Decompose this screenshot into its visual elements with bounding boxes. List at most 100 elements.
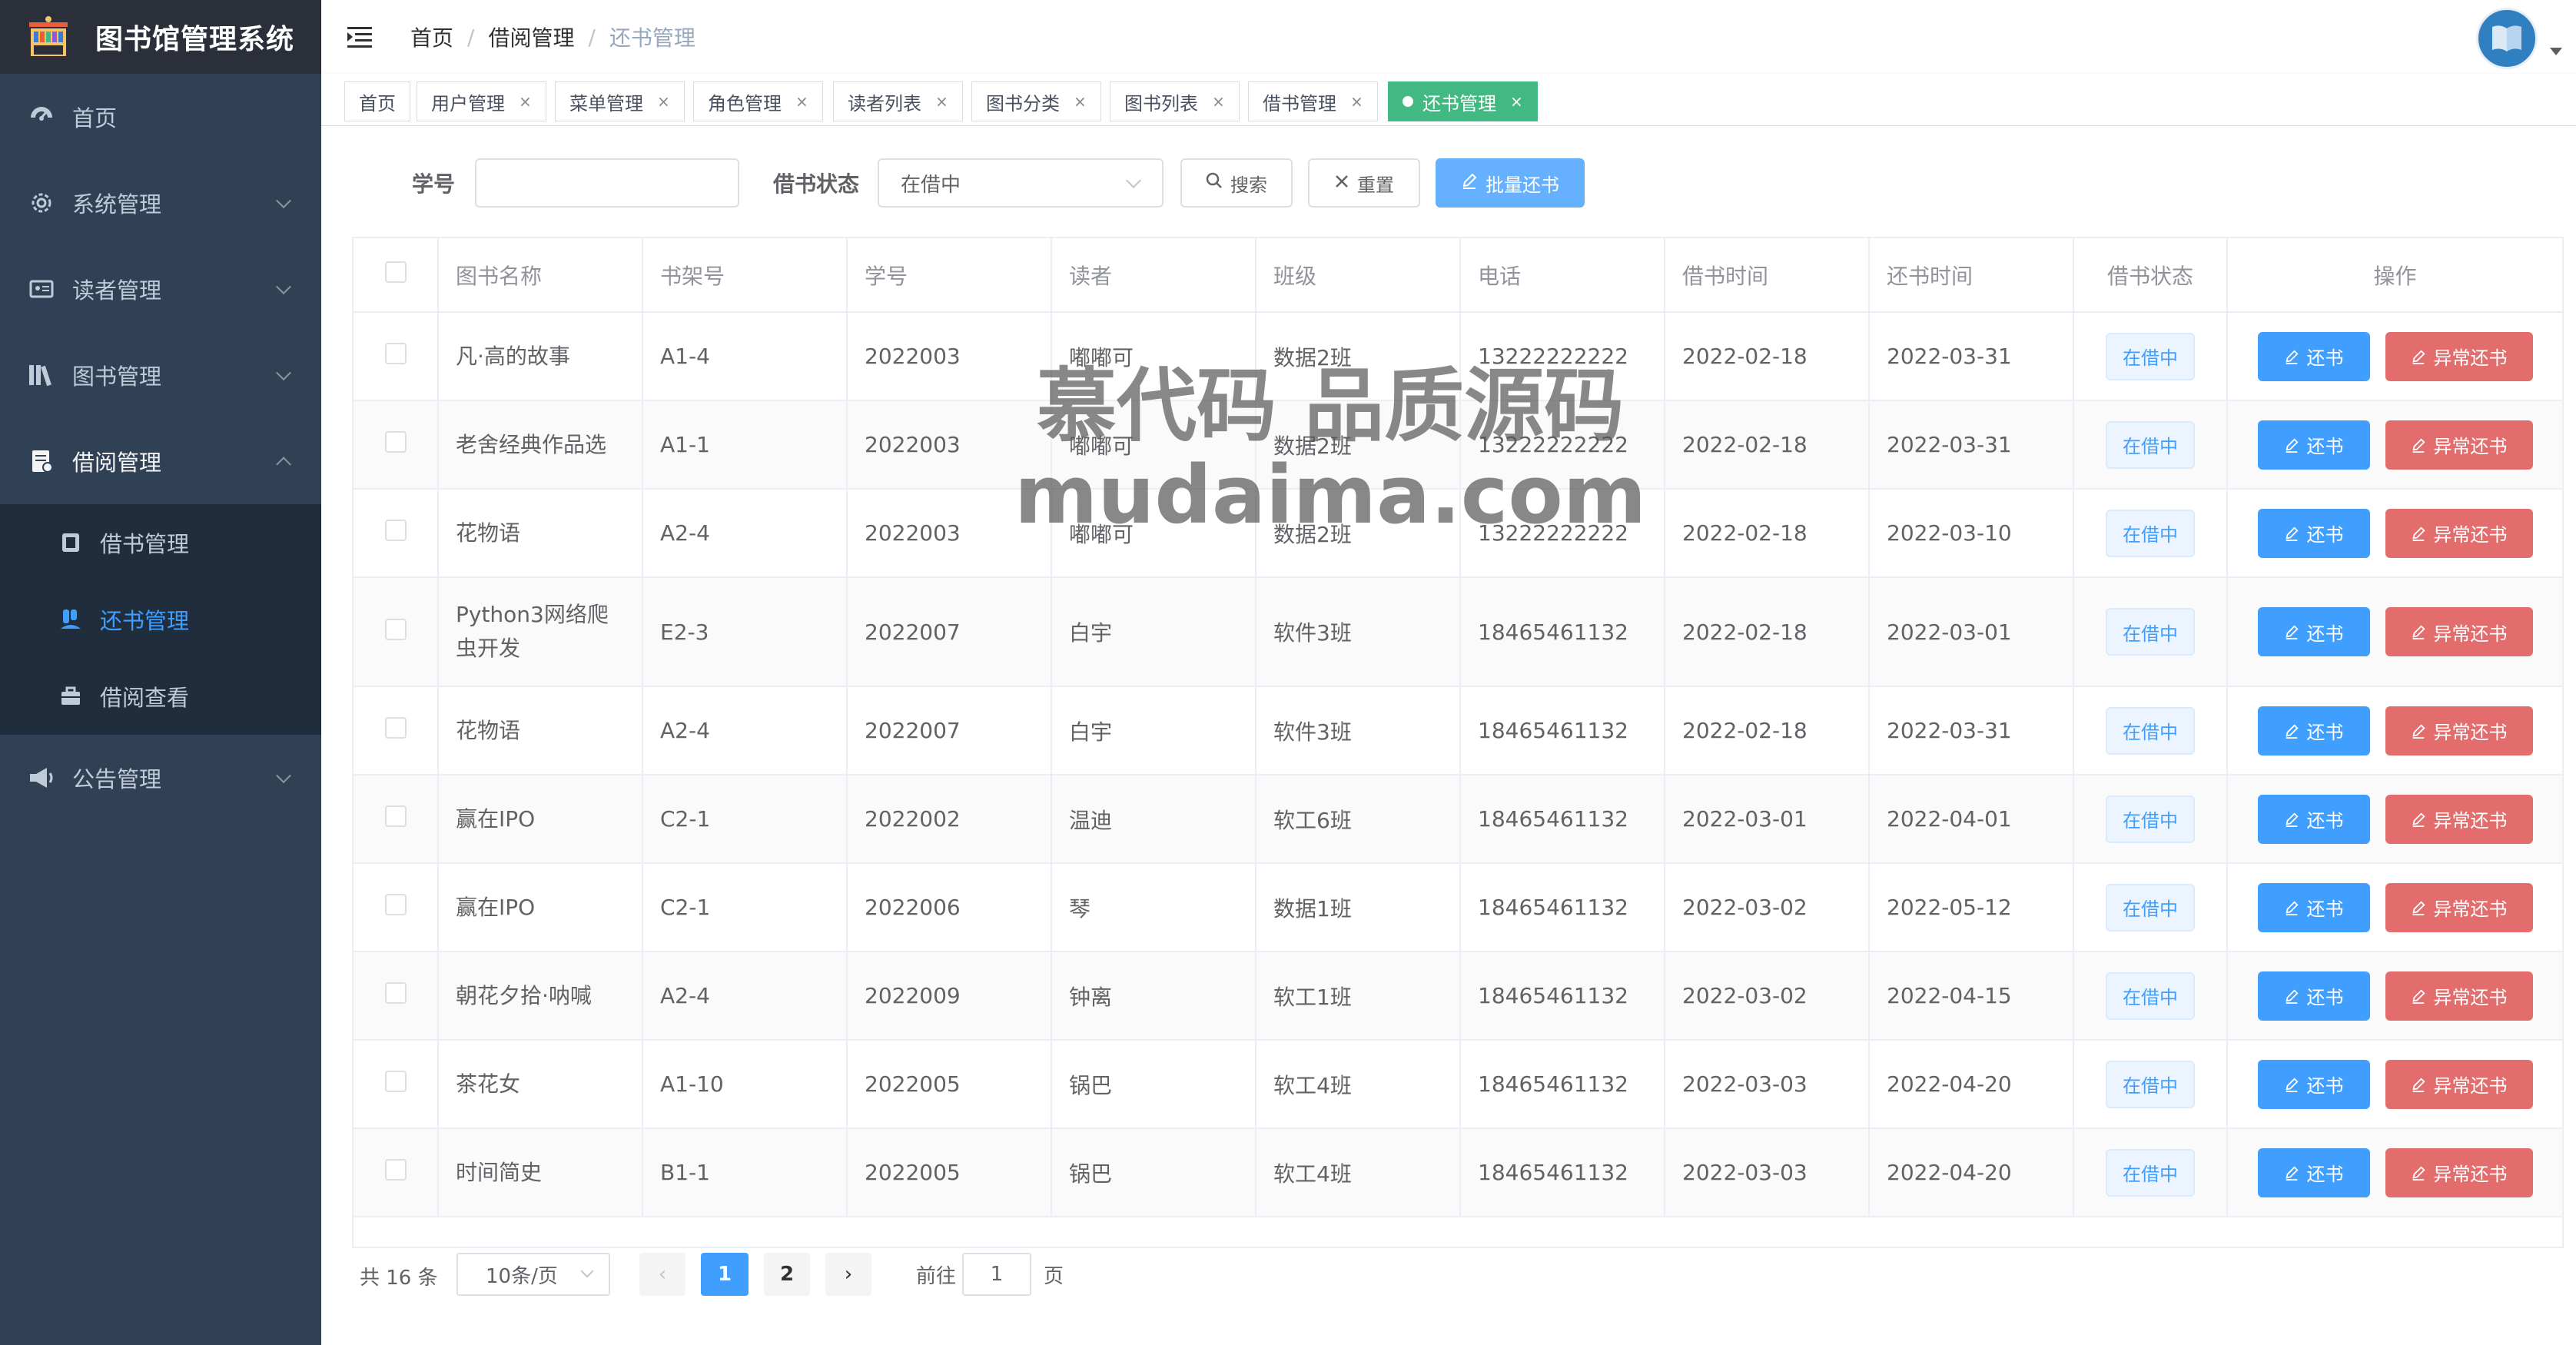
student-id-input[interactable]	[475, 158, 739, 208]
sidebar-item-system[interactable]: 系统管理	[0, 160, 321, 246]
return-button[interactable]: 还书	[2257, 508, 2370, 558]
return-button-label: 还书	[2306, 623, 2344, 645]
tag-label: 借书管理	[1263, 92, 1336, 115]
sidebar-item-borrow[interactable]: 借阅管理	[0, 418, 321, 504]
caret-down-icon[interactable]	[2550, 48, 2562, 55]
prev-page-button[interactable]: ‹	[639, 1253, 685, 1296]
tag-book-category[interactable]: 图书分类 ×	[971, 81, 1101, 121]
close-icon[interactable]: ×	[795, 92, 808, 111]
column-header[interactable]: 还书时间	[1869, 238, 2074, 313]
sidebar-item-notices[interactable]: 公告管理	[0, 735, 321, 821]
abnormal-return-button[interactable]: 异常还书	[2385, 971, 2533, 1021]
row-checkbox[interactable]	[384, 717, 407, 739]
goto-page-input[interactable]: 1	[962, 1253, 1031, 1296]
table-cell: 2022-02-18	[1665, 400, 1870, 490]
row-checkbox[interactable]	[384, 431, 407, 453]
sidebar-item-readers[interactable]: 读者管理	[0, 246, 321, 332]
abnormal-return-button[interactable]: 异常还书	[2385, 706, 2533, 756]
row-checkbox[interactable]	[384, 1159, 407, 1181]
tag-menu-manage[interactable]: 菜单管理 ×	[555, 81, 685, 121]
close-icon[interactable]: ×	[1212, 92, 1225, 111]
edit-icon	[2284, 624, 2307, 639]
row-checkbox[interactable]	[384, 805, 407, 827]
actions-cell: 还书 异常还书	[2227, 1128, 2562, 1217]
return-button[interactable]: 还书	[2257, 706, 2370, 756]
row-checkbox[interactable]	[384, 520, 407, 541]
close-icon[interactable]: ×	[1510, 92, 1523, 111]
column-header[interactable]: 图书名称	[438, 238, 643, 313]
return-button[interactable]: 还书	[2257, 1147, 2370, 1197]
page-size-select[interactable]: 10条/页	[456, 1253, 610, 1296]
abnormal-return-button[interactable]: 异常还书	[2385, 1147, 2533, 1197]
tag-book-list[interactable]: 图书列表 ×	[1110, 81, 1240, 121]
return-button[interactable]: 还书	[2257, 420, 2370, 470]
batch-return-label: 批量还书	[1486, 174, 1559, 196]
borrow-status-select[interactable]: 在借中	[878, 158, 1164, 208]
column-header[interactable]: 学号	[847, 238, 1052, 313]
close-icon[interactable]: ×	[1350, 92, 1363, 111]
return-button[interactable]: 还书	[2257, 794, 2370, 844]
sidebar-item-home[interactable]: 首页	[0, 74, 321, 160]
return-button[interactable]: 还书	[2257, 971, 2370, 1021]
sidebar-subitem-borrow-books[interactable]: 借书管理	[0, 504, 321, 581]
edit-icon	[2411, 900, 2434, 915]
select-all-checkbox[interactable]	[384, 261, 407, 283]
batch-return-button[interactable]: 批量还书	[1436, 158, 1585, 208]
next-page-button[interactable]: ›	[825, 1253, 871, 1296]
row-select-cell	[354, 775, 439, 864]
row-checkbox[interactable]	[384, 894, 407, 915]
actions-cell: 还书 异常还书	[2227, 686, 2562, 775]
close-icon[interactable]: ×	[1074, 92, 1087, 111]
table-cell: 2022005	[847, 1040, 1052, 1129]
abnormal-return-button[interactable]: 异常还书	[2385, 607, 2533, 656]
return-button-label: 还书	[2306, 898, 2344, 920]
abnormal-return-button[interactable]: 异常还书	[2385, 331, 2533, 381]
row-checkbox[interactable]	[384, 982, 407, 1004]
return-button[interactable]: 还书	[2257, 882, 2370, 932]
reset-button[interactable]: 重置	[1308, 158, 1420, 208]
table-header-row: 图书名称 书架号 学号 读者 班级 电话 借书时间 还书时间 借书状态 操作	[354, 238, 2562, 313]
page-button-2[interactable]: 2	[764, 1253, 810, 1296]
tag-return-manage[interactable]: 还书管理 ×	[1388, 81, 1538, 121]
column-header[interactable]: 借书时间	[1665, 238, 1870, 313]
top-header: 首页 / 借阅管理 / 还书管理	[321, 0, 2576, 74]
abnormal-return-button[interactable]: 异常还书	[2385, 794, 2533, 844]
search-button[interactable]: 搜索	[1180, 158, 1293, 208]
column-header[interactable]: 借书状态	[2073, 238, 2228, 313]
column-header[interactable]: 电话	[1460, 238, 1665, 313]
tag-home[interactable]: 首页	[344, 81, 410, 121]
page-button-1[interactable]: 1	[701, 1253, 749, 1296]
table-row: 时间简史 B1-1 2022005 锅巴 软工4班 18465461132 2022-03-…	[354, 1128, 2562, 1217]
tag-user-manage[interactable]: 用户管理 ×	[417, 81, 546, 121]
hamburger-icon[interactable]	[346, 23, 373, 51]
abnormal-return-button[interactable]: 异常还书	[2385, 420, 2533, 470]
table-cell: 2022-03-03	[1665, 1128, 1870, 1217]
close-icon[interactable]: ×	[657, 92, 670, 111]
table-row: 凡·高的故事 A1-4 2022003 嘟嘟可 数据2班 13222222222 2022-…	[354, 312, 2562, 401]
row-checkbox[interactable]	[384, 343, 407, 364]
close-icon[interactable]: ×	[519, 92, 532, 111]
return-button[interactable]: 还书	[2257, 607, 2370, 656]
sidebar-subitem-borrow-view[interactable]: 借阅查看	[0, 658, 321, 735]
tag-role-manage[interactable]: 角色管理 ×	[693, 81, 823, 121]
abnormal-return-button[interactable]: 异常还书	[2385, 882, 2533, 932]
tag-borrow-manage[interactable]: 借书管理 ×	[1248, 81, 1378, 121]
goto-label: 前往	[915, 1264, 956, 1288]
column-header[interactable]: 书架号	[642, 238, 848, 313]
tag-reader-list[interactable]: 读者列表 ×	[833, 81, 963, 121]
abnormal-return-button[interactable]: 异常还书	[2385, 1059, 2533, 1109]
table-cell: 2022-04-01	[1869, 775, 2074, 864]
breadcrumb-item-borrow[interactable]: 借阅管理	[488, 22, 574, 52]
return-button[interactable]: 还书	[2257, 1059, 2370, 1109]
abnormal-return-button[interactable]: 异常还书	[2385, 508, 2533, 558]
breadcrumb-item-home[interactable]: 首页	[410, 22, 453, 52]
return-button[interactable]: 还书	[2257, 331, 2370, 381]
column-header[interactable]: 读者	[1051, 238, 1256, 313]
sidebar-item-books[interactable]: 图书管理	[0, 332, 321, 418]
close-icon[interactable]: ×	[935, 92, 948, 111]
row-checkbox[interactable]	[384, 618, 407, 640]
sidebar-subitem-return-books[interactable]: 还书管理	[0, 581, 321, 658]
column-header[interactable]: 班级	[1256, 238, 1461, 313]
avatar[interactable]	[2476, 8, 2538, 69]
row-checkbox[interactable]	[384, 1071, 407, 1092]
